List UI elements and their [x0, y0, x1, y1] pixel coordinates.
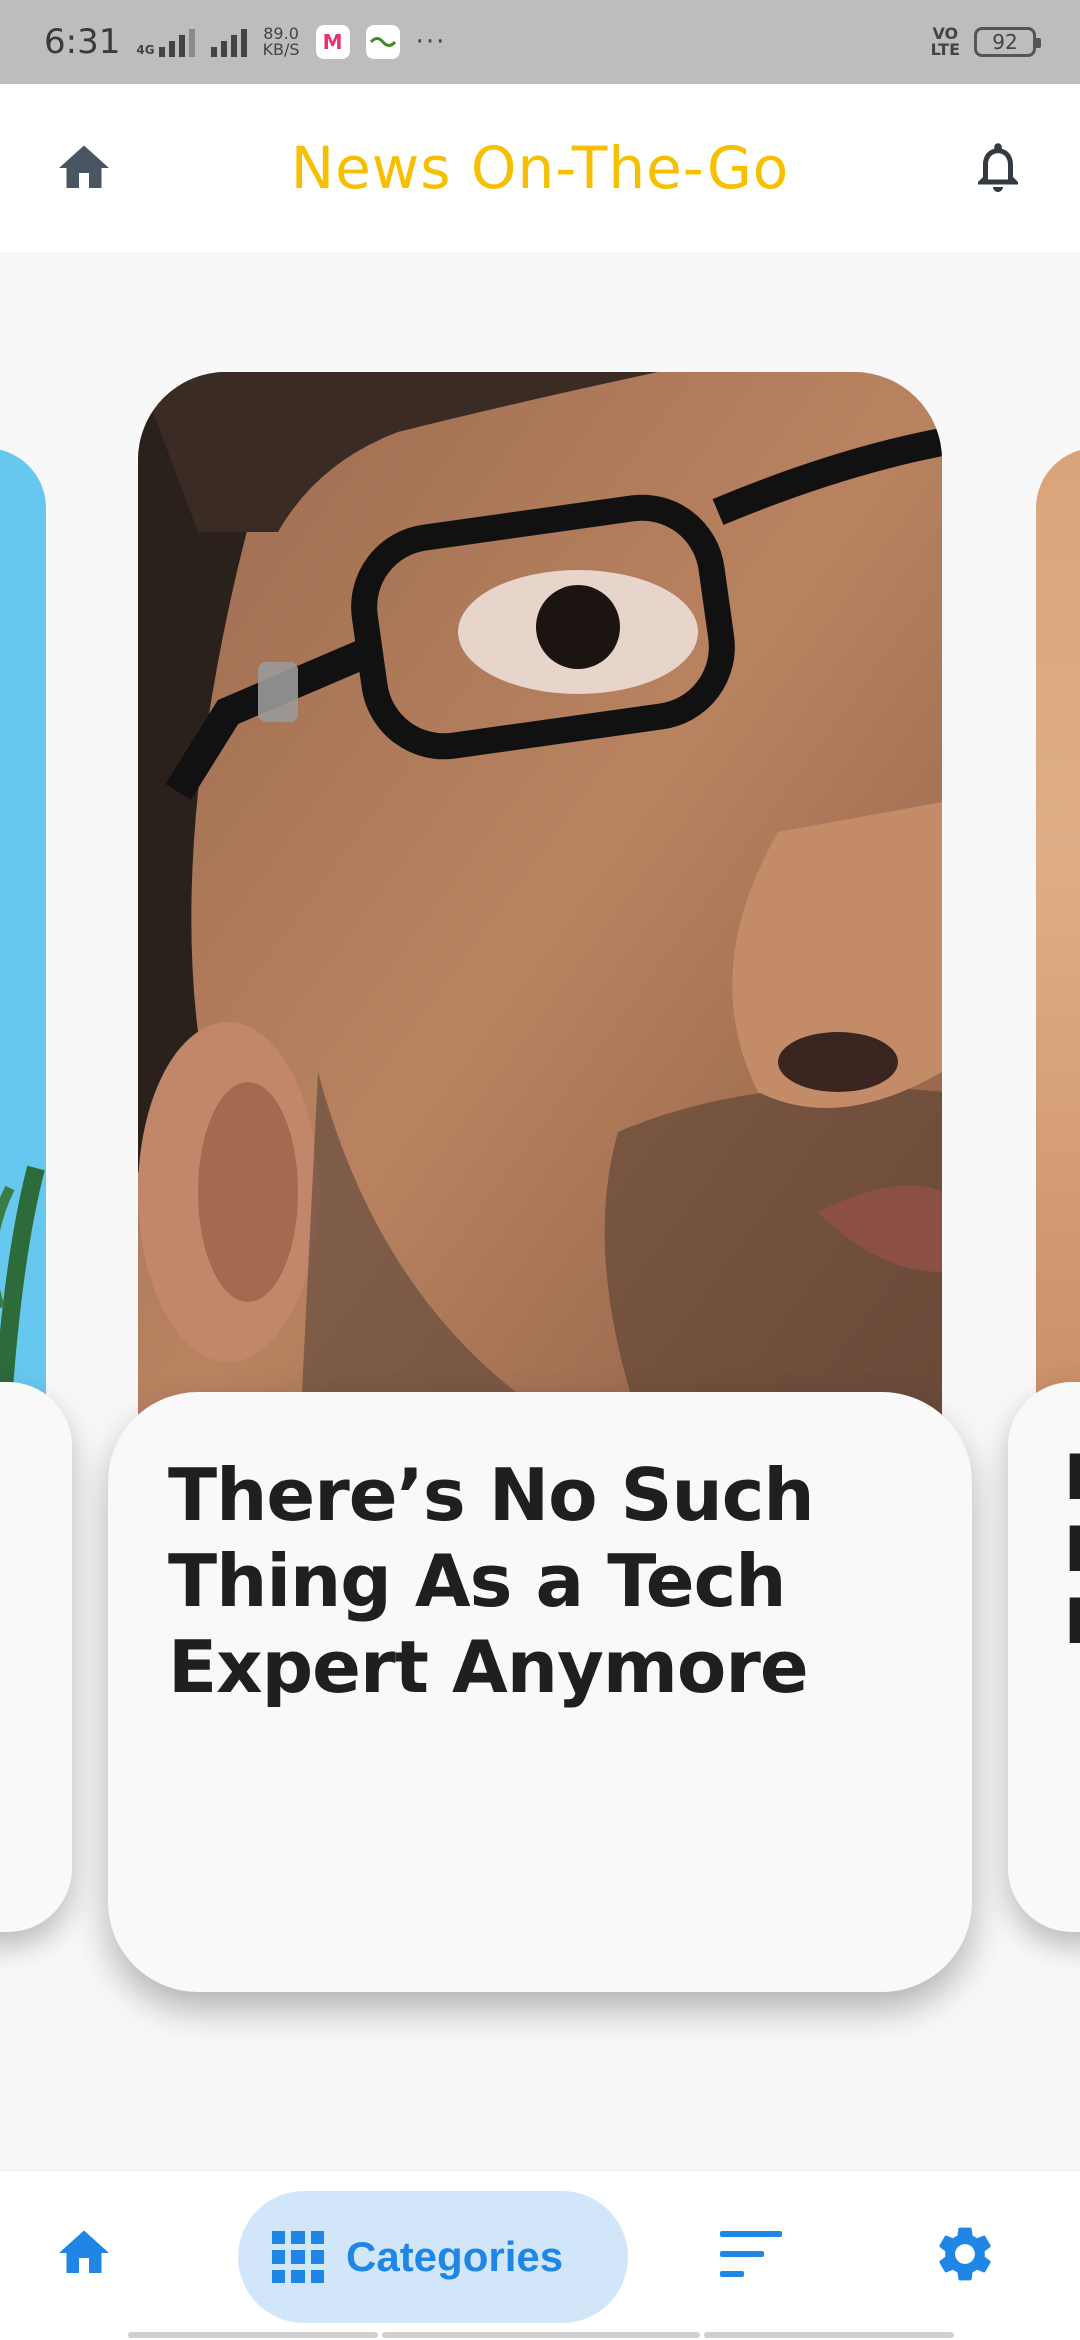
article-headline[interactable]: There’s No Such Thing As a Tech Expert A…: [168, 1452, 922, 1710]
previous-article-card[interactable]: [0, 1382, 72, 1932]
status-right: VO LTE 92: [931, 26, 1041, 58]
next-headline-line-1: H: [1064, 1442, 1080, 1514]
article-image[interactable]: [138, 372, 942, 1472]
signal-icon-1: [158, 27, 195, 57]
battery-icon: 92: [974, 27, 1041, 57]
status-bar: 6:31 4G 89.0 KB/S M ··· VO LTE 92: [0, 0, 1080, 84]
next-article-card[interactable]: H D H: [1008, 1382, 1080, 1932]
net-speed: 89.0 KB/S: [263, 26, 300, 58]
myntra-app-icon: M: [315, 25, 350, 59]
app-title: News On-The-Go: [290, 134, 790, 202]
next-headline-line-2: D: [1064, 1514, 1080, 1586]
more-notifications-icon: ···: [415, 27, 447, 57]
portrait-photo: [138, 372, 942, 1472]
network-type: 4G: [136, 27, 195, 57]
network-type-label: 4G: [136, 43, 155, 57]
volte-indicator: VO LTE: [931, 26, 960, 58]
bottom-navigation: Categories: [0, 2170, 1080, 2340]
app-notification-icon: [365, 25, 400, 59]
nav-categories-button[interactable]: Categories: [238, 2191, 628, 2323]
app-badge-letter: M: [322, 30, 343, 54]
nav-home-icon[interactable]: [52, 2223, 116, 2283]
app-bar: News On-The-Go: [0, 84, 1080, 252]
home-icon[interactable]: [52, 138, 116, 198]
grid-icon: [272, 2231, 324, 2283]
nav-categories-label: Categories: [346, 2233, 564, 2280]
previous-article-image[interactable]: [0, 448, 46, 1448]
next-article-headline: H D H: [1064, 1442, 1080, 1658]
bell-icon[interactable]: [968, 134, 1028, 200]
next-article-image[interactable]: [1036, 448, 1080, 1448]
net-speed-unit: KB/S: [262, 40, 300, 59]
gesture-bar: [0, 2330, 1080, 2340]
signal-icon-2: [210, 27, 247, 57]
battery-level: 92: [992, 30, 1018, 54]
status-left: 6:31 4G 89.0 KB/S M ···: [44, 22, 446, 62]
gear-icon[interactable]: [932, 2221, 998, 2287]
volte-bottom: LTE: [930, 40, 960, 59]
leaf-icon: [369, 37, 396, 47]
next-headline-line-3: H: [1064, 1586, 1080, 1658]
plant-image: [0, 1165, 45, 1448]
news-carousel[interactable]: There’s No Such Thing As a Tech Expert A…: [0, 252, 1080, 2172]
status-time: 6:31: [44, 22, 121, 62]
sort-icon[interactable]: [720, 2231, 782, 2277]
article-card[interactable]: There’s No Such Thing As a Tech Expert A…: [108, 1392, 972, 1992]
